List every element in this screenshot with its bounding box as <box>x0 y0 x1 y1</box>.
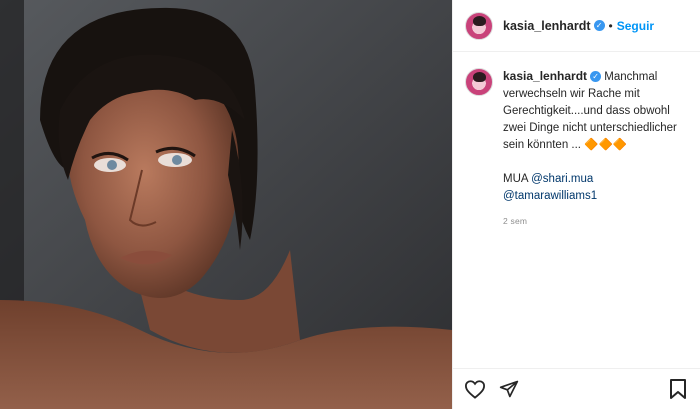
follow-button[interactable]: Seguir <box>617 19 654 33</box>
header-separator: • <box>608 18 613 33</box>
author-avatar[interactable] <box>465 11 493 40</box>
action-bar <box>453 368 700 409</box>
verified-badge-icon: ✓ <box>590 71 602 83</box>
caption-avatar[interactable] <box>465 68 493 96</box>
caption-username[interactable]: kasia_lenhardt <box>503 69 587 83</box>
bookmark-icon[interactable] <box>666 377 690 401</box>
portrait-illustration <box>0 0 452 409</box>
mention-shari-mua[interactable]: @shari.mua <box>531 173 593 185</box>
verified-badge-icon: ✓ <box>593 20 605 31</box>
heart-icon[interactable] <box>463 377 487 401</box>
caption-block: kasia_lenhardt ✓ Manchmal verwechseln wir… <box>453 52 700 230</box>
caption-text-block: kasia_lenhardt ✓ Manchmal verwechseln wir… <box>503 68 688 230</box>
author-username[interactable]: kasia_lenhardt <box>503 19 591 33</box>
post-header: kasia_lenhardt ✓ • Seguir <box>453 0 700 52</box>
mua-label: MUA <box>503 173 528 185</box>
caption-emojis: 🔶🔶🔶 <box>584 139 628 151</box>
post-side-panel: kasia_lenhardt ✓ • Seguir kasia_lenhardt… <box>452 0 700 409</box>
mention-tamarawilliams1[interactable]: @tamarawilliams1 <box>503 190 597 202</box>
share-icon[interactable] <box>497 377 521 401</box>
post-photo[interactable] <box>0 0 452 409</box>
post-timestamp[interactable]: 2 sem <box>503 213 688 230</box>
